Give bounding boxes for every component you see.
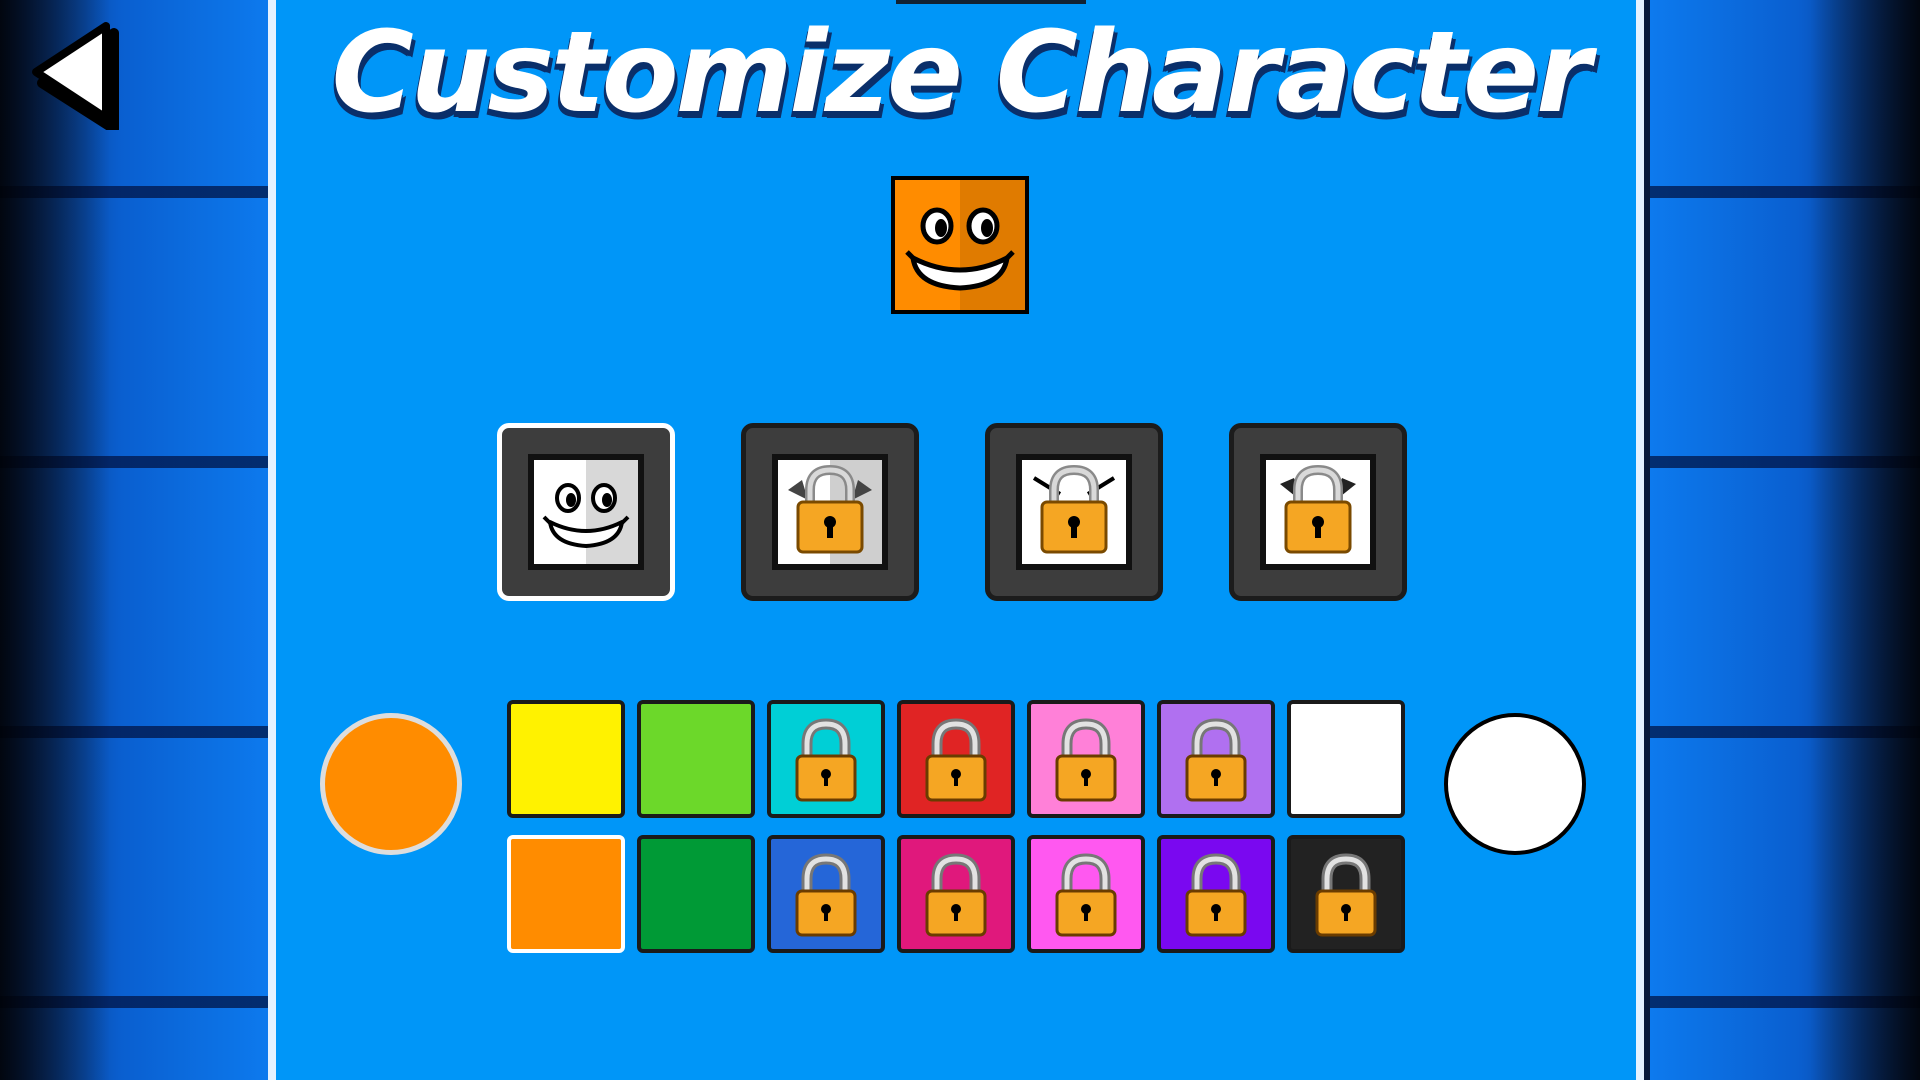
lock-icon [1266, 460, 1370, 564]
panel-top-divider [896, 0, 1086, 4]
character-preview [889, 174, 1031, 316]
color-swatch[interactable] [767, 700, 885, 818]
color-swatch[interactable] [1287, 835, 1405, 953]
color-swatch[interactable] [1157, 835, 1275, 953]
grin-face-icon [891, 176, 1029, 314]
lock-icon [1022, 460, 1126, 564]
lock-icon [1315, 853, 1377, 937]
secondary-color-button[interactable] [1444, 713, 1586, 855]
lock-icon [1055, 853, 1117, 937]
color-swatch[interactable] [507, 700, 625, 818]
face-slot-inner [772, 454, 888, 570]
back-button[interactable] [24, 18, 124, 134]
color-swatch[interactable] [767, 835, 885, 953]
color-swatch[interactable] [637, 700, 755, 818]
page-title: Customize Character [331, 8, 1592, 138]
lock-icon [1185, 718, 1247, 802]
lock-icon [1055, 718, 1117, 802]
lock-icon [1185, 853, 1247, 937]
color-swatch[interactable] [507, 835, 625, 953]
right-shade [1810, 0, 1920, 1080]
face-slot-inner [1260, 454, 1376, 570]
color-swatch[interactable] [897, 835, 1015, 953]
lock-icon [925, 718, 987, 802]
primary-color-button[interactable] [320, 713, 462, 855]
lock-icon [778, 460, 882, 564]
face-slot-grin[interactable] [497, 423, 675, 601]
face-slot-inner [528, 454, 644, 570]
color-swatch[interactable] [637, 835, 755, 953]
color-swatch[interactable] [1157, 700, 1275, 818]
color-swatch[interactable] [1027, 700, 1145, 818]
face-slot-3[interactable] [985, 423, 1163, 601]
grin-face-icon [534, 460, 638, 564]
lock-icon [795, 718, 857, 802]
face-slot-2[interactable] [741, 423, 919, 601]
color-swatch[interactable] [1027, 835, 1145, 953]
face-slot-4[interactable] [1229, 423, 1407, 601]
lock-icon [795, 853, 857, 937]
color-swatch[interactable] [1287, 700, 1405, 818]
face-slot-inner [1016, 454, 1132, 570]
color-swatch[interactable] [897, 700, 1015, 818]
back-arrow-icon [32, 22, 119, 134]
lock-icon [925, 853, 987, 937]
left-shade [0, 0, 110, 1080]
